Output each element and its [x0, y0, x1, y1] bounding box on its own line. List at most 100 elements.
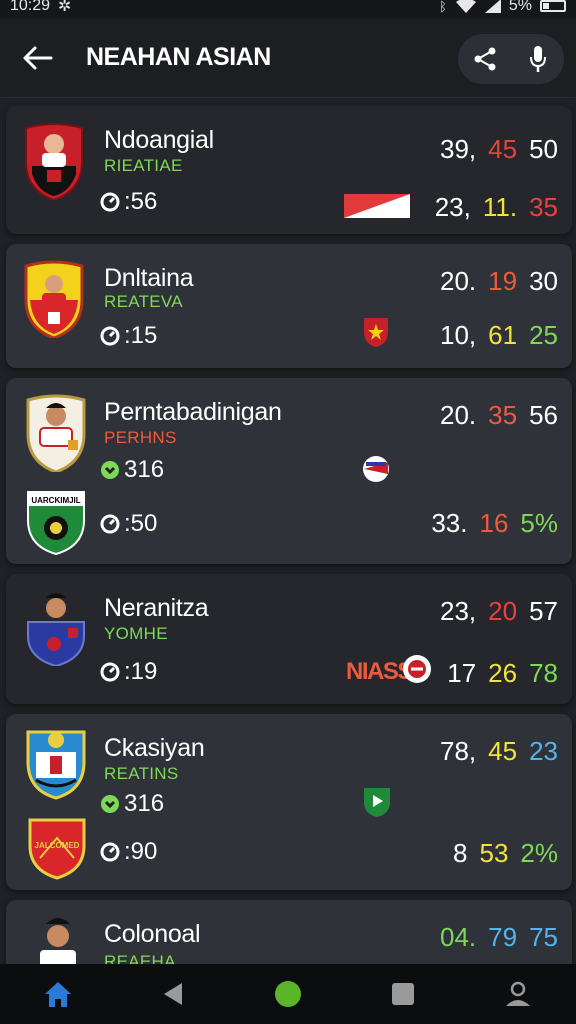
match-time: :19: [100, 658, 157, 686]
nav-back-button[interactable]: [153, 974, 193, 1014]
score-value: 79: [488, 922, 518, 952]
score-bottom: 10, 61 25: [440, 320, 558, 351]
match-list[interactable]: Ndoangial RIEATIAE :56 39, 45 50 23, 11.…: [0, 98, 576, 964]
second-crest-icon: JALCOMED: [28, 818, 86, 880]
score-value: 10,: [440, 320, 477, 350]
star-badge-icon: [364, 318, 388, 347]
system-nav-bar: [0, 964, 576, 1024]
microphone-button[interactable]: [520, 41, 556, 77]
status-bar: 10:29 ✲ ᛒ 5%: [0, 0, 576, 18]
status-left: 10:29 ✲: [10, 0, 71, 16]
clock-icon: [100, 326, 120, 346]
score-value: 17: [447, 658, 477, 688]
match-card[interactable]: Colonoal REAEHA 04. 79 75: [6, 900, 572, 964]
share-button[interactable]: [467, 41, 503, 77]
match-time: 316: [100, 456, 164, 484]
score-value: 53: [479, 838, 509, 868]
match-time: :15: [100, 322, 157, 350]
app-header: NEAHAN ASIAN: [0, 18, 576, 98]
recents-button[interactable]: [383, 974, 423, 1014]
wifi-icon: [455, 0, 476, 13]
time-value: 316: [124, 790, 165, 817]
league-label: PERHNS: [104, 428, 177, 447]
score-value: 45: [488, 736, 518, 766]
score-value: 39,: [440, 134, 477, 164]
score-value: 56: [529, 400, 558, 430]
match-card[interactable]: Perntabadinigan PERHNS 316 UARCKIMJIL :5…: [6, 378, 572, 564]
club-badge-icon: [403, 655, 431, 683]
team-name: Ndoangial: [104, 126, 214, 154]
score-value: 35: [488, 400, 518, 430]
team-crest-icon: [24, 260, 84, 338]
time-value: :50: [124, 510, 158, 537]
score-top: 04. 79 75: [440, 922, 558, 953]
profile-button[interactable]: [498, 974, 538, 1014]
time-value: :19: [124, 658, 158, 685]
second-crest-icon: UARCKIMJIL: [27, 491, 85, 556]
square-icon: [392, 983, 415, 1005]
play-badge-icon: [364, 788, 390, 817]
time-value: 316: [124, 456, 165, 483]
score-bottom: 17 26 78: [447, 658, 558, 689]
score-value: 25: [529, 320, 558, 350]
time-value: :90: [124, 838, 158, 865]
chevron-badge-icon: [100, 794, 120, 814]
score-value: 78,: [440, 736, 477, 766]
match-card[interactable]: Ndoangial RIEATIAE :56 39, 45 50 23, 11.…: [6, 106, 572, 234]
league-label: REATINS: [104, 764, 179, 783]
assistant-button[interactable]: [268, 974, 308, 1014]
score-value: 19: [488, 266, 518, 296]
match-card[interactable]: Dnltaina REATEVA :15 20. 19 30 10, 61 25: [6, 244, 572, 368]
match-time-secondary: :50: [100, 510, 157, 538]
back-button[interactable]: [18, 38, 58, 78]
microphone-icon: [529, 46, 546, 72]
flag-icon: [344, 194, 410, 218]
status-right: ᛒ 5%: [439, 0, 566, 15]
score-value: 16: [479, 508, 509, 538]
team-crest-icon: [25, 123, 83, 200]
score-value: 78: [529, 658, 558, 688]
team-name: Perntabadinigan: [104, 398, 282, 426]
score-value: 61: [488, 320, 518, 350]
score-value: 23: [529, 736, 558, 766]
score-top: 20. 35 56: [440, 400, 558, 431]
match-card[interactable]: Ckasiyan REATINS 316 JALCOMED :90 78, 45…: [6, 714, 572, 890]
header-actions: [458, 34, 564, 84]
score-value: 57: [529, 596, 558, 626]
home-button[interactable]: [38, 974, 78, 1014]
clock-icon: [100, 662, 120, 682]
team-name: Dnltaina: [104, 264, 194, 292]
battery-icon: [540, 0, 566, 12]
home-icon: [44, 982, 71, 1007]
score-value: 75: [529, 922, 558, 952]
score-value: 45: [488, 134, 518, 164]
time-value: :15: [124, 322, 158, 349]
clock-icon: [100, 842, 120, 862]
team-name: Neranitza: [104, 594, 209, 622]
score-bottom: 8 53 2%: [453, 838, 558, 869]
score-value: 23,: [440, 596, 477, 626]
score-value: 11.: [482, 192, 518, 222]
score-value: 26: [488, 658, 518, 688]
battery-percent: 5%: [508, 0, 532, 14]
chevron-badge-icon: [100, 460, 120, 480]
club-badge-icon: [363, 456, 389, 482]
score-value: 04.: [440, 922, 477, 952]
score-value: 33.: [431, 508, 468, 538]
clock-icon: [100, 514, 120, 534]
team-crest-icon: [40, 918, 76, 964]
score-value: 8: [453, 838, 468, 868]
league-label: REATEVA: [104, 292, 183, 311]
score-value: 5%: [520, 508, 558, 538]
page-title: NEAHAN ASIAN: [86, 43, 271, 71]
match-card[interactable]: Neranitza YOMHE :19 NIASS 23, 20 57 17 2…: [6, 574, 572, 704]
crest-text: JALCOMED: [35, 841, 80, 850]
score-top: 78, 45 23: [440, 736, 558, 767]
team-name: Colonoal: [104, 920, 201, 948]
person-icon: [506, 981, 531, 1006]
status-time: 10:29: [10, 0, 51, 14]
score-value: 2%: [520, 838, 558, 868]
score-value: 20: [488, 596, 518, 626]
score-value: 50: [529, 134, 558, 164]
score-value: 23,: [434, 192, 471, 222]
